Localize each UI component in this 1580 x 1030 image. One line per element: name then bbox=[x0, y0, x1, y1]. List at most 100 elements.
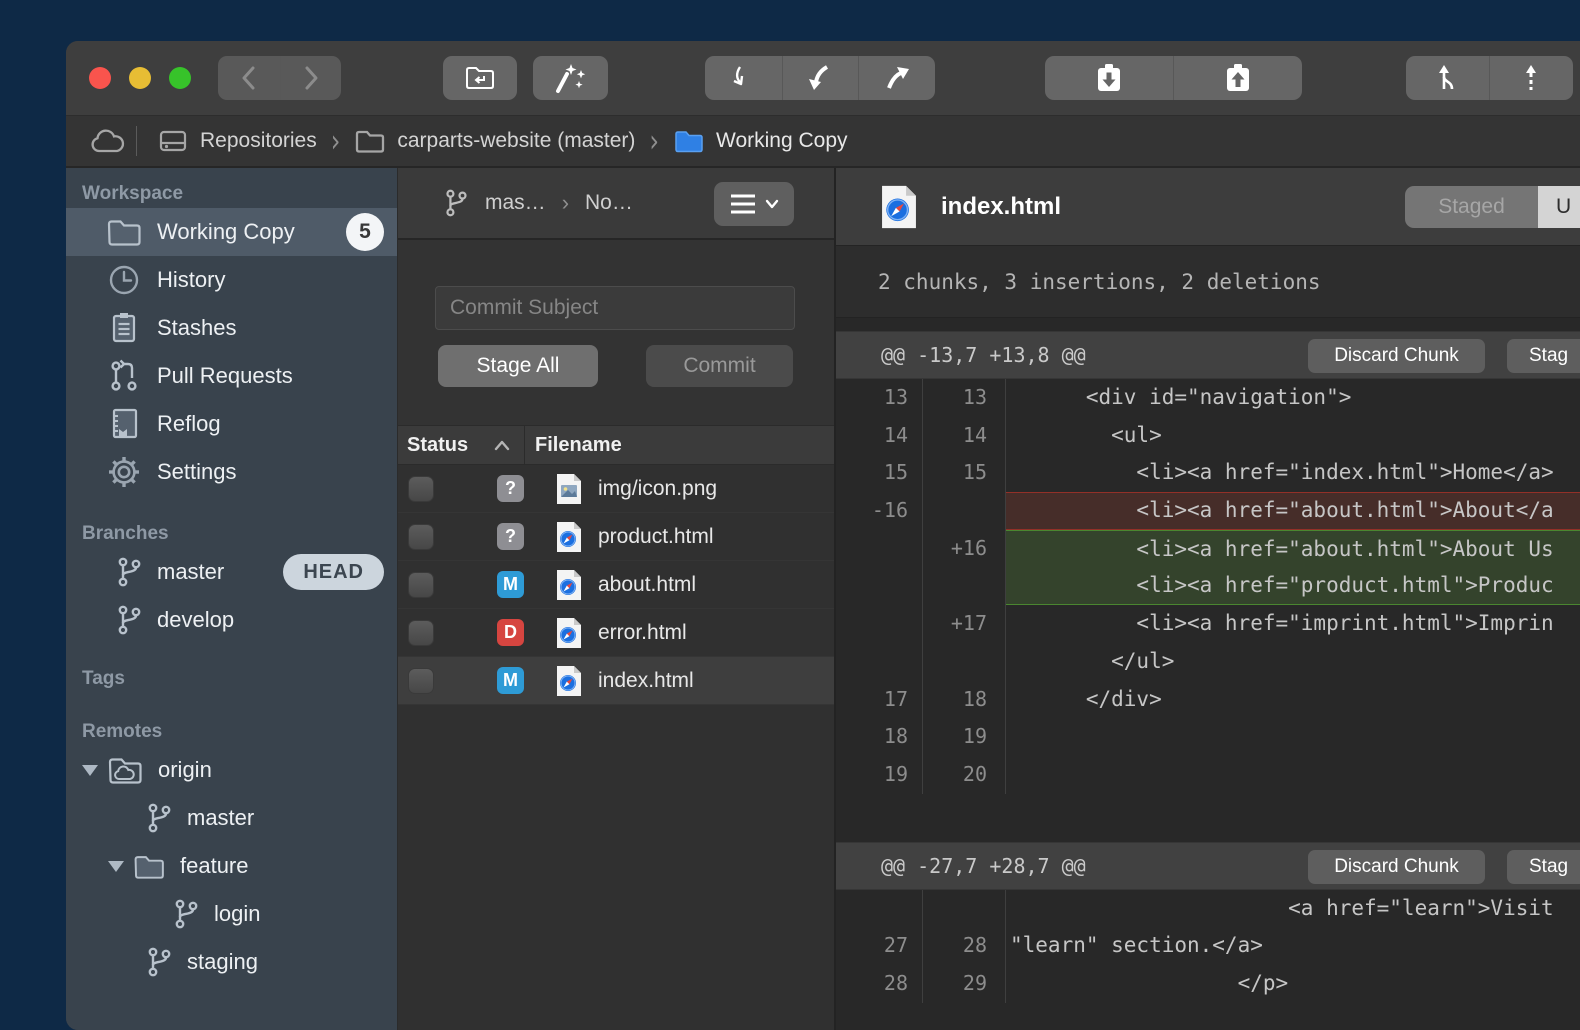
stash-button[interactable] bbox=[1045, 56, 1173, 100]
disclosure-triangle-icon[interactable] bbox=[82, 765, 98, 776]
diff-line[interactable]: 14 14 <ul> bbox=[836, 417, 1580, 455]
file-row[interactable]: ? product.html bbox=[398, 513, 834, 561]
sidebar-item-history[interactable]: History bbox=[66, 256, 397, 304]
push-button[interactable] bbox=[858, 56, 935, 100]
filename-column-header[interactable]: Filename bbox=[524, 426, 834, 464]
diff-line-added[interactable]: +16 <li><a href="about.html">About Us bbox=[836, 530, 1580, 568]
code-text: </ul> bbox=[1006, 643, 1580, 681]
file-row[interactable]: D error.html bbox=[398, 609, 834, 657]
stage-checkbox[interactable] bbox=[408, 476, 434, 502]
diff-line[interactable]: 13 13 <div id="navigation"> bbox=[836, 379, 1580, 417]
file-name: img/icon.png bbox=[598, 477, 717, 501]
auto-fix-button[interactable] bbox=[533, 56, 608, 100]
sidebar-item-settings[interactable]: Settings bbox=[66, 448, 397, 496]
new-line-number: 19 bbox=[923, 718, 1006, 756]
minimize-window-button[interactable] bbox=[129, 67, 151, 89]
sidebar-remote-folder-feature[interactable]: feature bbox=[66, 842, 397, 890]
sidebar-item-label: Reflog bbox=[157, 411, 221, 437]
old-line-number: 13 bbox=[836, 379, 923, 417]
diff-line-removed[interactable]: -16 <li><a href="about.html">About</a bbox=[836, 492, 1580, 530]
code-text: </p> bbox=[1006, 965, 1580, 1003]
sidebar-remote-branch-staging[interactable]: staging bbox=[66, 938, 397, 986]
chevron-right-icon: › bbox=[562, 190, 569, 216]
diff-line[interactable]: 19 20 bbox=[836, 756, 1580, 794]
pull-button[interactable] bbox=[782, 56, 859, 100]
diff-line[interactable]: 28 29 </p> bbox=[836, 965, 1580, 1003]
code-text: <li><a href="product.html">Produc bbox=[1006, 567, 1580, 605]
stage-chunk-button[interactable]: Stag bbox=[1507, 850, 1580, 884]
stage-checkbox[interactable] bbox=[408, 620, 434, 646]
sidebar-item-stashes[interactable]: Stashes bbox=[66, 304, 397, 352]
tab-unstaged[interactable]: U bbox=[1538, 186, 1580, 228]
pending-count-badge: 5 bbox=[346, 213, 384, 251]
status-column-header[interactable]: Status bbox=[398, 434, 494, 457]
file-row[interactable]: M about.html bbox=[398, 561, 834, 609]
stage-all-button[interactable]: Stage All bbox=[438, 345, 598, 387]
sidebar-item-working-copy[interactable]: Working Copy 5 bbox=[66, 208, 397, 256]
sidebar-remote-origin[interactable]: origin bbox=[66, 746, 397, 794]
pop-stash-button[interactable] bbox=[1173, 56, 1301, 100]
disclosure-triangle-icon[interactable] bbox=[108, 861, 124, 872]
file-row-selected[interactable]: M index.html bbox=[398, 657, 834, 705]
file-row[interactable]: ? img/icon.png bbox=[398, 465, 834, 513]
diff-line[interactable]: 15 15 <li><a href="index.html">Home</a> bbox=[836, 454, 1580, 492]
stage-checkbox[interactable] bbox=[408, 524, 434, 550]
breadcrumb-working-copy[interactable]: Working Copy bbox=[673, 128, 848, 154]
diff-line[interactable]: <a href="learn">Visit bbox=[836, 890, 1580, 928]
forward-button[interactable] bbox=[280, 56, 342, 100]
file-name: error.html bbox=[598, 621, 687, 645]
sidebar-branch-master[interactable]: master HEAD bbox=[66, 548, 397, 596]
current-branch-label[interactable]: mas… bbox=[485, 191, 546, 215]
file-name: index.html bbox=[598, 669, 694, 693]
folder-icon bbox=[105, 216, 143, 248]
branch-icon bbox=[115, 556, 143, 588]
html-file-icon bbox=[555, 664, 583, 698]
sidebar-remote-branch-login[interactable]: login bbox=[66, 890, 397, 938]
stage-checkbox[interactable] bbox=[408, 668, 434, 694]
commit-button[interactable]: Commit bbox=[646, 345, 793, 387]
sort-ascending-icon[interactable] bbox=[494, 440, 524, 451]
commit-subject-input[interactable] bbox=[435, 286, 795, 330]
diff-line[interactable]: 17 18 </div> bbox=[836, 681, 1580, 719]
diff-line-added[interactable]: <li><a href="product.html">Produc bbox=[836, 567, 1580, 605]
breadcrumb-repo[interactable]: carparts-website (master) bbox=[354, 128, 635, 154]
html-file-icon bbox=[555, 520, 583, 554]
diff-line[interactable]: 18 19 bbox=[836, 718, 1580, 756]
sidebar-remote-branch-master[interactable]: master bbox=[66, 794, 397, 842]
merge-button[interactable] bbox=[1406, 56, 1489, 100]
sidebar-branch-develop[interactable]: develop bbox=[66, 596, 397, 644]
breadcrumb-repositories[interactable]: Repositories bbox=[157, 127, 317, 155]
sidebar-item-pull-requests[interactable]: Pull Requests bbox=[66, 352, 397, 400]
show-in-finder-button[interactable] bbox=[443, 56, 517, 100]
diff-line[interactable]: +17 <li><a href="imprint.html">Imprin bbox=[836, 605, 1580, 643]
tab-staged[interactable]: Staged bbox=[1405, 186, 1538, 228]
cloud-icon[interactable] bbox=[90, 128, 126, 154]
close-window-button[interactable] bbox=[89, 67, 111, 89]
fetch-button[interactable] bbox=[705, 56, 782, 100]
back-button[interactable] bbox=[218, 56, 280, 100]
diff-line[interactable]: </ul> bbox=[836, 643, 1580, 681]
discard-chunk-button[interactable]: Discard Chunk bbox=[1308, 339, 1485, 373]
discard-chunk-button[interactable]: Discard Chunk bbox=[1308, 850, 1485, 884]
rebase-button[interactable] bbox=[1489, 56, 1572, 100]
chevron-right-icon bbox=[301, 65, 321, 91]
folder-icon bbox=[354, 128, 386, 154]
diff-file-title: index.html bbox=[941, 193, 1061, 221]
html-file-icon bbox=[879, 183, 919, 231]
zoom-window-button[interactable] bbox=[169, 67, 191, 89]
stage-chunk-button[interactable]: Stag bbox=[1507, 339, 1580, 373]
pull-icon bbox=[805, 63, 835, 93]
commit-target-label[interactable]: No… bbox=[585, 191, 633, 215]
stage-checkbox[interactable] bbox=[408, 572, 434, 598]
diff-line[interactable]: 27 28 "learn" section.</a> bbox=[836, 927, 1580, 965]
old-line-number bbox=[836, 567, 923, 605]
view-options-button[interactable] bbox=[714, 182, 794, 226]
image-file-icon bbox=[555, 472, 583, 506]
new-line-number: +16 bbox=[923, 530, 1006, 568]
file-name: about.html bbox=[598, 573, 696, 597]
sidebar-item-reflog[interactable]: Reflog bbox=[66, 400, 397, 448]
html-file-icon bbox=[555, 568, 583, 602]
folder-return-icon bbox=[464, 64, 496, 92]
journal-icon bbox=[105, 405, 143, 443]
html-file-icon bbox=[555, 616, 583, 650]
